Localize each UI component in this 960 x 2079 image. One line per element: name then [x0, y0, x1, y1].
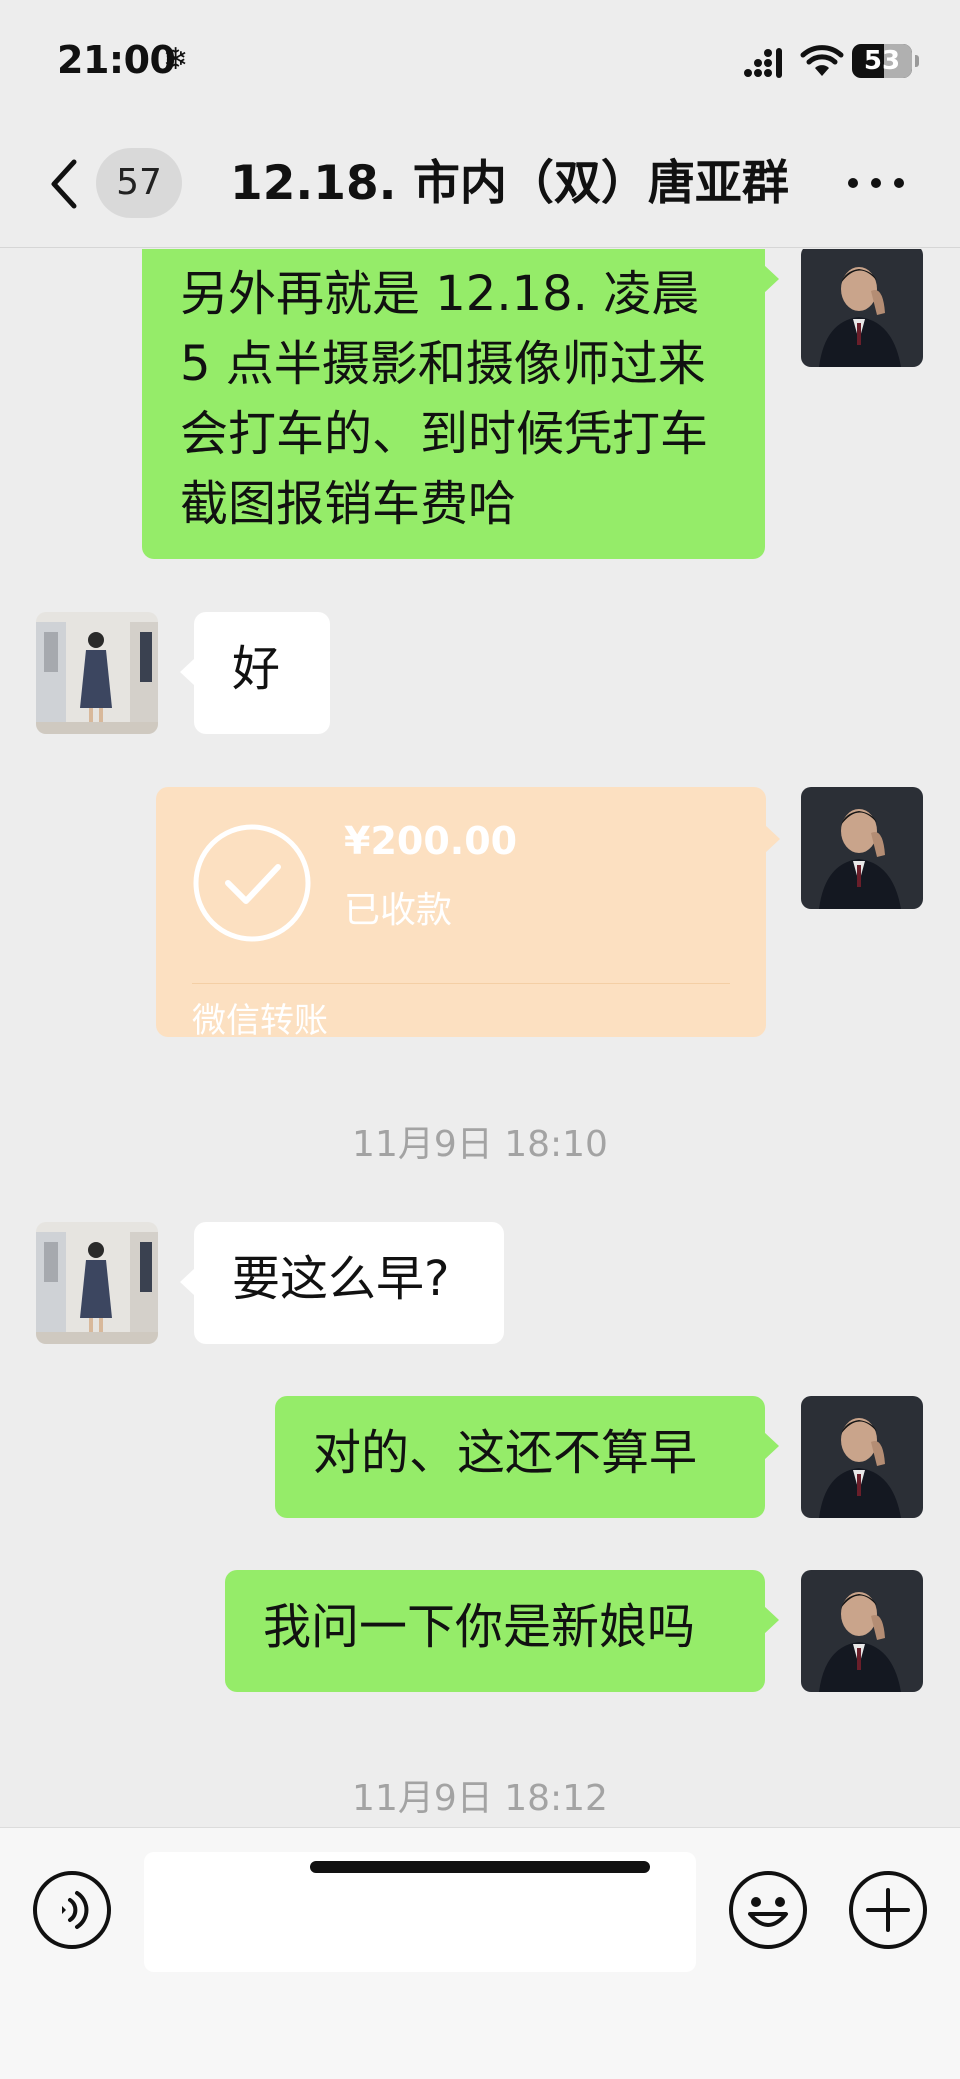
voice-icon[interactable]	[32, 1870, 112, 1950]
status-bar: 21:00 ❄ 53	[0, 0, 960, 120]
avatar-self[interactable]	[801, 249, 923, 367]
transfer-label: 微信转账	[192, 1001, 328, 1041]
message-bubble-sent[interactable]: 另外再就是 12.18. 凌晨 5 点半摄影和摄像师过来会打车的、到时候凭打车截…	[142, 249, 779, 559]
avatar-man-icon	[801, 1396, 923, 1518]
more-dots-icon[interactable]	[848, 174, 904, 190]
status-time: 21:00	[57, 38, 176, 82]
unread-count-badge[interactable]: 57	[96, 148, 182, 218]
check-circle-icon	[193, 824, 311, 942]
divider	[192, 983, 730, 984]
message-bubble-received[interactable]: 好	[180, 612, 330, 734]
message-bubble-received[interactable]: 要这么早?	[180, 1222, 504, 1344]
avatar-man-icon	[801, 1570, 923, 1692]
transfer-amount: ¥200.00	[344, 819, 518, 863]
chevron-left-icon[interactable]	[44, 156, 84, 212]
plus-icon[interactable]	[848, 1870, 928, 1950]
message-text: 要这么早?	[232, 1251, 450, 1307]
avatar-man-icon	[801, 787, 923, 909]
timestamp-label: 11月9日 18:10	[352, 1124, 608, 1165]
message-text: 好	[232, 641, 281, 697]
snowflake-icon: ❄	[163, 42, 189, 77]
transfer-card[interactable]: ¥200.00 已收款 微信转账	[156, 787, 780, 1041]
battery-level-text: 53	[863, 46, 901, 76]
home-indicator[interactable]	[310, 1861, 650, 1873]
timestamp-label: 11月9日 18:12	[352, 1778, 608, 1819]
cellular-signal-icon	[744, 48, 782, 78]
message-text: 另外再就是 12.18. 凌晨 5 点半摄影和摄像师过来会打车的、到时候凭打车截…	[180, 266, 709, 532]
message-text: 对的、这还不算早	[313, 1425, 698, 1481]
avatar-woman-icon	[36, 1222, 158, 1344]
message-bubble-sent[interactable]: 我问一下你是新娘吗	[225, 1570, 779, 1692]
chat-header: 57 12.18. 市内（双）唐亚群	[0, 120, 960, 248]
message-text: 我问一下你是新娘吗	[263, 1599, 696, 1655]
avatar-contact[interactable]	[36, 1222, 158, 1344]
chat-title: 12.18. 市内（双）唐亚群	[230, 156, 789, 211]
message-list[interactable]: 另外再就是 12.18. 凌晨 5 点半摄影和摄像师过来会打车的、到时候凭打车截…	[0, 249, 960, 1827]
message-bubble-sent[interactable]: 对的、这还不算早	[275, 1396, 779, 1518]
avatar-woman-icon	[36, 612, 158, 734]
avatar-contact[interactable]	[36, 612, 158, 734]
avatar-self[interactable]	[801, 787, 923, 909]
battery-icon: 53	[852, 44, 919, 78]
transfer-status: 已收款	[344, 890, 453, 931]
avatar-self[interactable]	[801, 1396, 923, 1518]
wifi-icon	[800, 45, 844, 76]
avatar-self[interactable]	[801, 1570, 923, 1692]
avatar-man-icon	[801, 249, 923, 367]
emoji-icon[interactable]	[728, 1870, 808, 1950]
